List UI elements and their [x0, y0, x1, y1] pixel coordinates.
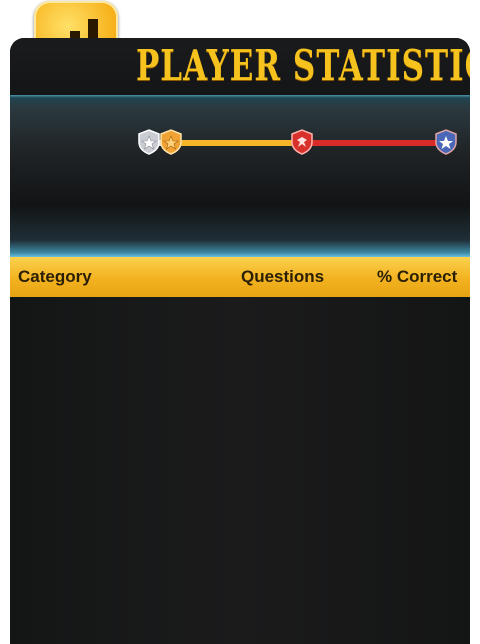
progress-segment-red — [302, 140, 446, 146]
rank-progress-banner — [10, 95, 470, 257]
statistics-panel: PLAYER STATISTICS — [10, 38, 470, 644]
stats-list[interactable] — [10, 297, 470, 644]
progress-segment-gold — [172, 140, 302, 146]
blue-shield-star-icon — [435, 129, 457, 155]
column-header-questions[interactable]: Questions — [241, 267, 324, 287]
silver-shield-star-icon — [138, 129, 160, 155]
red-shield-eagle-icon — [291, 129, 313, 155]
column-header-category[interactable]: Category — [18, 267, 92, 287]
header-bar: PLAYER STATISTICS — [10, 38, 470, 96]
bronze-shield-star-icon — [160, 129, 182, 155]
rank-progress-track — [138, 129, 457, 155]
stats-table-header: Category Questions % Correct — [10, 257, 470, 297]
page-title: PLAYER STATISTICS — [136, 42, 470, 91]
column-header-percent-correct[interactable]: % Correct — [377, 267, 457, 287]
